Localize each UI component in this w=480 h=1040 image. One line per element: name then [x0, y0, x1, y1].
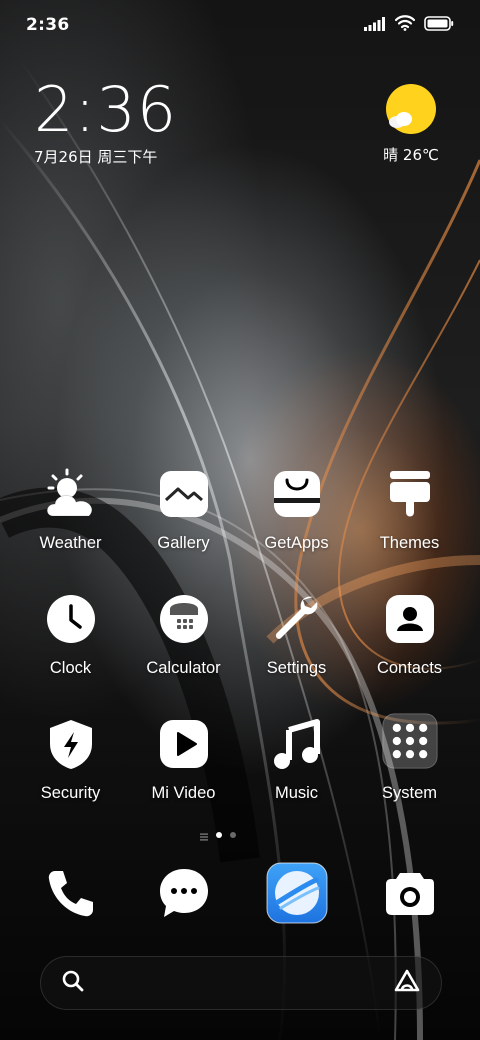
- app-settings[interactable]: Settings: [240, 591, 353, 716]
- app-mi-video[interactable]: Mi Video: [127, 716, 240, 841]
- signal-icon: [364, 16, 386, 35]
- calculator-icon: [156, 591, 212, 647]
- app-label: System: [381, 784, 437, 802]
- battery-icon: [424, 15, 454, 35]
- status-bar: 2:36: [0, 0, 480, 50]
- app-system-folder[interactable]: System: [353, 713, 466, 841]
- status-icons: [364, 15, 454, 35]
- app-row: Clock Calculator Settings Contacts: [14, 591, 466, 716]
- app-label: Gallery: [157, 534, 210, 552]
- app-gallery[interactable]: Gallery: [127, 466, 240, 591]
- app-label: Weather: [39, 534, 102, 552]
- dock-browser[interactable]: [240, 862, 353, 924]
- page-dot[interactable]: [230, 832, 236, 838]
- app-label: Themes: [379, 534, 440, 552]
- phone-icon: [40, 862, 102, 924]
- page-indicator[interactable]: [200, 829, 250, 841]
- app-themes[interactable]: Themes: [353, 466, 466, 591]
- status-time: 2:36: [26, 15, 70, 35]
- search-icon[interactable]: [61, 969, 85, 997]
- messages-icon: [153, 862, 215, 924]
- app-label: Music: [274, 784, 319, 802]
- app-grid: Weather Gallery GetApps Themes Clock Cal…: [14, 466, 466, 841]
- app-weather[interactable]: Weather: [14, 466, 127, 591]
- music-icon: [269, 716, 325, 772]
- app-row: Security Mi Video Music System: [14, 713, 466, 841]
- clock-icon: [43, 591, 99, 647]
- wifi-icon: [394, 15, 416, 35]
- system-folder-icon: [381, 713, 438, 772]
- security-icon: [43, 716, 99, 772]
- drawer-lines-icon: [200, 826, 208, 845]
- sunny-partly-cloudy-icon: [385, 84, 437, 136]
- dock: [14, 862, 466, 924]
- clock-widget[interactable]: 2:36 7月26日 周三下午: [34, 78, 177, 167]
- weather-widget[interactable]: 晴 26℃: [376, 84, 446, 165]
- app-getapps[interactable]: GetApps: [240, 466, 353, 591]
- app-label: Settings: [266, 659, 327, 677]
- mi-video-icon: [156, 716, 212, 772]
- widget-clock-date: 7月26日 周三下午: [34, 148, 158, 166]
- themes-icon: [382, 466, 438, 522]
- app-label: GetApps: [264, 534, 329, 552]
- weather-summary: 晴 26℃: [383, 146, 439, 164]
- dock-phone[interactable]: [14, 862, 127, 924]
- gallery-icon: [156, 466, 212, 522]
- assistant-icon[interactable]: [393, 968, 421, 998]
- browser-icon: [266, 862, 328, 924]
- camera-icon: [379, 862, 441, 924]
- dock-camera[interactable]: [353, 862, 466, 924]
- app-label: Calculator: [146, 659, 221, 677]
- dock-messages[interactable]: [127, 862, 240, 924]
- settings-icon: [269, 591, 325, 647]
- getapps-icon: [269, 466, 325, 522]
- app-label: Clock: [49, 659, 92, 677]
- app-security[interactable]: Security: [14, 716, 127, 841]
- app-label: Security: [40, 784, 101, 802]
- app-contacts[interactable]: Contacts: [353, 591, 466, 716]
- search-bar[interactable]: [40, 956, 442, 1010]
- page-dot-active[interactable]: [216, 832, 222, 838]
- widget-clock-time: 2:36: [34, 73, 178, 146]
- app-label: Mi Video: [151, 784, 216, 802]
- app-label: Contacts: [376, 659, 443, 677]
- contacts-icon: [382, 591, 438, 647]
- app-clock[interactable]: Clock: [14, 591, 127, 716]
- app-music[interactable]: Music: [240, 716, 353, 841]
- app-calculator[interactable]: Calculator: [127, 591, 240, 716]
- app-row: Weather Gallery GetApps Themes: [14, 466, 466, 591]
- weather-icon: [43, 466, 99, 522]
